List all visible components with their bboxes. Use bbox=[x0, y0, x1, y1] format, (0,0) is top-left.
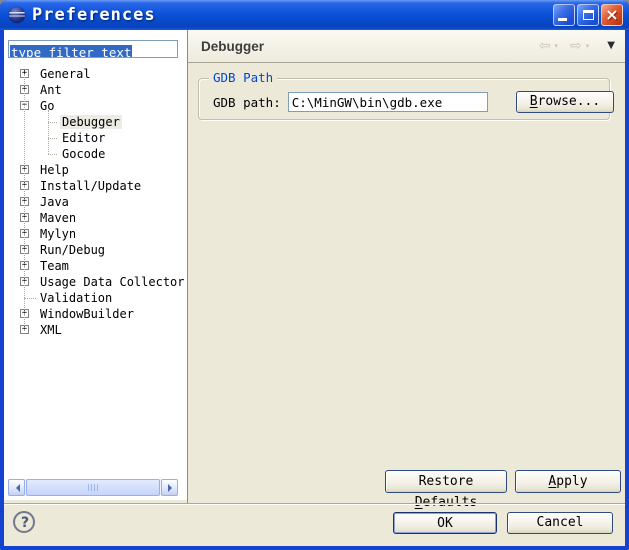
gdb-path-input[interactable] bbox=[288, 92, 488, 112]
tree-item-label: Usage Data Collector bbox=[38, 275, 187, 289]
scroll-right-icon[interactable] bbox=[161, 479, 178, 496]
tree-item-label: Help bbox=[38, 163, 71, 177]
tree-item-gocode[interactable]: Gocode bbox=[4, 146, 187, 162]
expand-plus-icon[interactable]: + bbox=[20, 213, 29, 222]
apply-button[interactable]: Apply bbox=[515, 470, 621, 493]
cancel-button[interactable]: Cancel bbox=[507, 512, 613, 534]
footer-separator bbox=[4, 503, 625, 505]
back-arrow-icon[interactable]: ⇦ bbox=[539, 39, 551, 53]
gdb-path-row: GDB path: Browse... bbox=[213, 91, 597, 113]
preferences-dialog: Preferences × type filter text +General+… bbox=[0, 0, 629, 550]
tree-item-label: Maven bbox=[38, 211, 78, 225]
tree-item-help[interactable]: + Help bbox=[4, 162, 187, 178]
collapse-minus-icon[interactable]: − bbox=[20, 101, 29, 110]
titlebar[interactable]: Preferences × bbox=[0, 0, 629, 30]
help-button[interactable]: ? bbox=[13, 511, 35, 533]
tree-item-label: Validation bbox=[38, 291, 114, 305]
expand-plus-icon[interactable]: + bbox=[20, 245, 29, 254]
tree-item-team[interactable]: + Team bbox=[4, 258, 187, 274]
panel-divider bbox=[187, 30, 188, 504]
tree-item-label: Mylyn bbox=[38, 227, 78, 241]
expand-plus-icon[interactable]: + bbox=[20, 325, 29, 334]
tree-item-label: General bbox=[38, 67, 93, 81]
tree-item-validation[interactable]: Validation bbox=[4, 290, 187, 306]
window-controls: × bbox=[553, 4, 623, 26]
scrollbar-thumb[interactable] bbox=[26, 479, 160, 496]
eclipse-logo-icon bbox=[9, 7, 25, 23]
forward-dropdown-icon[interactable]: ▾ bbox=[586, 43, 590, 50]
close-icon: × bbox=[602, 5, 622, 25]
tree-item-label: Team bbox=[38, 259, 71, 273]
expand-plus-icon[interactable]: + bbox=[20, 309, 29, 318]
restore-defaults-button[interactable]: Restore Defaults bbox=[385, 470, 507, 493]
tree-item-label: Go bbox=[38, 99, 56, 113]
page-title: Debugger bbox=[201, 39, 264, 54]
tree-item-usage-data-collector[interactable]: + Usage Data Collector bbox=[4, 274, 187, 290]
filter-input[interactable]: type filter text bbox=[8, 40, 178, 58]
minimize-icon bbox=[558, 18, 567, 21]
expand-plus-icon[interactable]: + bbox=[20, 165, 29, 174]
close-button[interactable]: × bbox=[601, 4, 623, 26]
ok-button[interactable]: OK bbox=[393, 512, 497, 534]
scroll-left-icon[interactable] bbox=[8, 479, 25, 496]
tree-item-label: WindowBuilder bbox=[38, 307, 136, 321]
back-dropdown-icon[interactable]: ▾ bbox=[555, 43, 559, 50]
expand-plus-icon[interactable]: + bbox=[20, 181, 29, 190]
preferences-tree: +General+Ant−GoDebuggerEditorGocode+Help… bbox=[4, 66, 187, 338]
expand-plus-icon[interactable]: + bbox=[20, 69, 29, 78]
filter-selected-text: type filter text bbox=[10, 45, 132, 58]
tree-item-debugger[interactable]: Debugger bbox=[4, 114, 187, 130]
tree-item-windowbuilder[interactable]: + WindowBuilder bbox=[4, 306, 187, 322]
expand-plus-icon[interactable]: + bbox=[20, 85, 29, 94]
dialog-body: type filter text +General+Ant−GoDebugger… bbox=[4, 30, 625, 546]
tree-item-ant[interactable]: + Ant bbox=[4, 82, 187, 98]
tree-item-go[interactable]: −Go bbox=[4, 98, 187, 114]
help-icon: ? bbox=[21, 515, 29, 531]
window-title: Preferences bbox=[32, 5, 156, 25]
tree-item-label: Install/Update bbox=[38, 179, 143, 193]
forward-arrow-icon[interactable]: ⇨ bbox=[570, 39, 582, 53]
page-header: Debugger ⇦ ▾ ⇨ ▾ ▼ bbox=[188, 30, 625, 63]
header-nav-icons: ⇦ ▾ ⇨ ▾ ▼ bbox=[539, 39, 615, 53]
tree-item-java[interactable]: + Java bbox=[4, 194, 187, 210]
tree-item-xml[interactable]: + XML bbox=[4, 322, 187, 338]
tree-item-label: XML bbox=[38, 323, 64, 337]
expand-plus-icon[interactable]: + bbox=[20, 277, 29, 286]
group-label: GDB Path bbox=[209, 71, 277, 85]
tree-item-label: Editor bbox=[60, 131, 107, 145]
maximize-icon bbox=[583, 10, 594, 20]
sidebar-tree-panel: type filter text +General+Ant−GoDebugger… bbox=[4, 30, 187, 500]
expand-plus-icon[interactable]: + bbox=[20, 261, 29, 270]
tree-item-label: Debugger bbox=[60, 115, 122, 129]
tree-item-editor[interactable]: Editor bbox=[4, 130, 187, 146]
gdb-path-label: GDB path: bbox=[213, 95, 281, 110]
tree-item-install-update[interactable]: + Install/Update bbox=[4, 178, 187, 194]
expand-plus-icon[interactable]: + bbox=[20, 229, 29, 238]
view-menu-icon[interactable]: ▼ bbox=[607, 41, 615, 51]
tree-item-mylyn[interactable]: + Mylyn bbox=[4, 226, 187, 242]
browse-button[interactable]: Browse... bbox=[516, 91, 614, 113]
tree-item-label: Ant bbox=[38, 83, 64, 97]
tree-item-label: Java bbox=[38, 195, 71, 209]
maximize-button[interactable] bbox=[577, 4, 599, 26]
tree-item-label: Run/Debug bbox=[38, 243, 107, 257]
gdb-path-group: GDB Path GDB path: Browse... bbox=[198, 78, 610, 120]
tree-item-general[interactable]: + General bbox=[4, 66, 187, 82]
tree-horizontal-scrollbar[interactable] bbox=[8, 479, 178, 496]
tree-item-label: Gocode bbox=[60, 147, 107, 161]
tree-item-maven[interactable]: + Maven bbox=[4, 210, 187, 226]
minimize-button[interactable] bbox=[553, 4, 575, 26]
tree-item-run-debug[interactable]: + Run/Debug bbox=[4, 242, 187, 258]
expand-plus-icon[interactable]: + bbox=[20, 197, 29, 206]
